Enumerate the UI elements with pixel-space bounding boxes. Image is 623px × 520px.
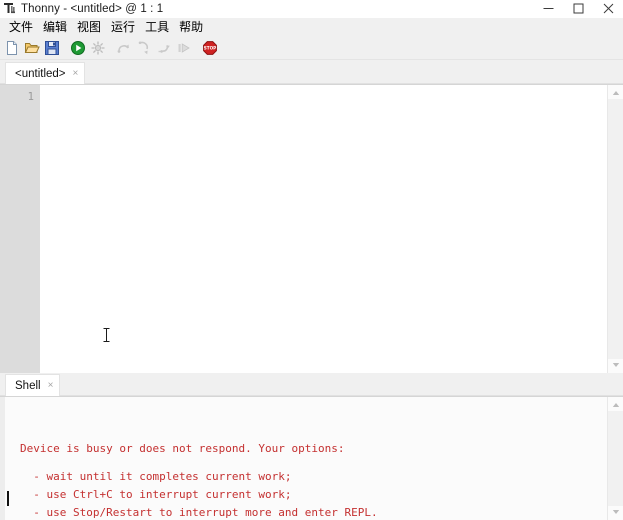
editor-pane: 1 — [0, 84, 623, 373]
step-over-icon — [117, 44, 129, 53]
menu-bar: 文件 编辑 视图 运行 工具 帮助 — [0, 18, 623, 37]
shell-tab[interactable]: Shell × — [5, 374, 61, 396]
editor-tab-close-icon[interactable]: × — [73, 68, 79, 79]
shell-line: - wait until it completes current work; — [20, 470, 292, 483]
editor-scroll-up-arrow[interactable] — [608, 87, 623, 99]
step-out-button[interactable] — [155, 39, 173, 57]
shell-tab-label: Shell — [15, 379, 41, 392]
resume-button[interactable] — [175, 39, 193, 57]
editor-scroll-down-arrow[interactable] — [608, 359, 623, 371]
save-file-icon — [45, 41, 59, 55]
debug-icon — [91, 41, 105, 55]
shell-blank-line — [20, 458, 607, 468]
new-file-button[interactable] — [3, 39, 21, 57]
shell-scroll-track[interactable] — [607, 411, 623, 506]
shell-vertical-scrollbar[interactable] — [607, 397, 623, 520]
maximize-icon — [573, 3, 583, 14]
svg-text:STOP: STOP — [204, 46, 217, 51]
step-into-button[interactable] — [135, 39, 153, 57]
menu-view[interactable]: 视图 — [72, 19, 106, 36]
step-over-button[interactable] — [115, 39, 133, 57]
stop-button[interactable]: STOP — [201, 39, 219, 57]
shell-scroll-up-arrow[interactable] — [608, 399, 623, 411]
shell-output[interactable]: Device is busy or does not respond. Your… — [5, 397, 607, 520]
menu-edit[interactable]: 编辑 — [38, 19, 72, 36]
thonny-window: Thonny - <untitled> @ 1 : 1 文件 编辑 视图 运行 … — [0, 0, 623, 520]
shell-pane: Device is busy or does not respond. Your… — [0, 396, 623, 520]
shell-scroll-down-arrow[interactable] — [608, 506, 623, 518]
menu-tools[interactable]: 工具 — [140, 19, 174, 36]
editor-gutter: 1 — [0, 85, 40, 373]
open-file-button[interactable] — [23, 39, 41, 57]
line-number: 1 — [27, 91, 34, 103]
menu-help[interactable]: 帮助 — [174, 19, 208, 36]
step-out-icon — [158, 45, 170, 53]
editor-tabstrip: <untitled> × — [0, 60, 623, 84]
shell-tabstrip: Shell × — [0, 373, 623, 396]
window-controls — [533, 0, 623, 17]
debug-button[interactable] — [89, 39, 107, 57]
resume-icon — [178, 43, 190, 53]
step-into-icon — [138, 41, 149, 55]
editor-vertical-scrollbar[interactable] — [607, 85, 623, 373]
minimize-button[interactable] — [533, 0, 563, 17]
shell-tab-close-icon[interactable]: × — [48, 380, 54, 391]
maximize-button[interactable] — [563, 0, 593, 17]
shell-line: - use Stop/Restart to interrupt more and… — [20, 506, 378, 519]
shell-line: - use Ctrl+C to interrupt current work; — [20, 488, 292, 501]
editor-tab-untitled[interactable]: <untitled> × — [5, 62, 86, 84]
close-icon — [603, 3, 613, 14]
close-button[interactable] — [593, 0, 623, 17]
toolbar: STOP — [0, 37, 623, 60]
editor-tab-label: <untitled> — [15, 67, 66, 80]
run-button[interactable] — [69, 39, 87, 57]
thonny-logo-icon — [3, 2, 17, 15]
stop-icon: STOP — [203, 41, 217, 55]
shell-text-caret — [7, 491, 9, 506]
menu-file[interactable]: 文件 — [4, 19, 38, 36]
new-file-icon — [7, 41, 17, 55]
editor-text-area[interactable] — [40, 85, 607, 373]
save-file-button[interactable] — [43, 39, 61, 57]
mouse-ibeam-cursor — [103, 328, 110, 342]
shell-line: Device is busy or does not respond. Your… — [20, 442, 345, 455]
window-title: Thonny - <untitled> @ 1 : 1 — [21, 2, 164, 15]
menu-run[interactable]: 运行 — [106, 19, 140, 36]
open-file-icon — [24, 43, 40, 53]
editor-scroll-track[interactable] — [607, 99, 623, 359]
minimize-icon — [543, 8, 553, 9]
title-bar: Thonny - <untitled> @ 1 : 1 — [0, 0, 623, 18]
run-icon — [71, 41, 85, 55]
